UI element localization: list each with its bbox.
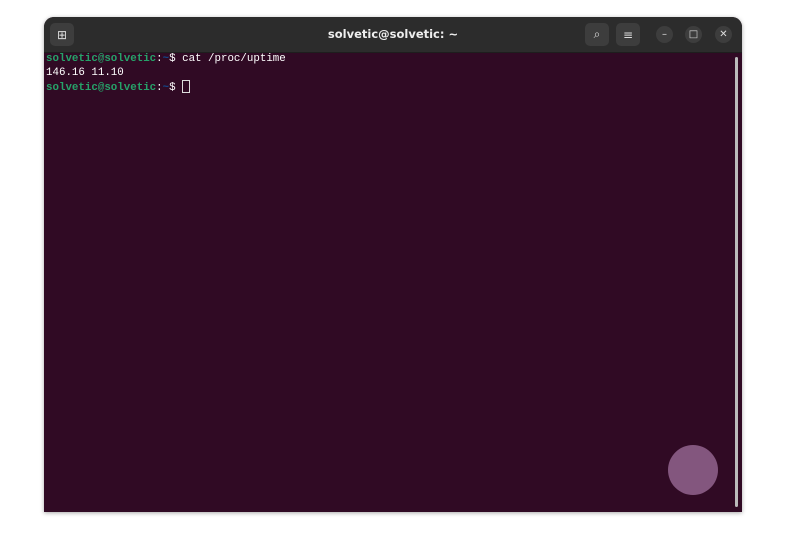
prompt-symbol: $ — [169, 82, 183, 94]
minimize-button[interactable]: – — [656, 26, 673, 43]
current-prompt-line: solvetic@solvetic:~$ — [46, 80, 286, 96]
maximize-icon: □ — [688, 29, 699, 40]
output-line: 146.16 11.10 — [46, 66, 124, 79]
scrollbar[interactable] — [735, 57, 738, 507]
menu-button[interactable]: ≡ — [616, 23, 640, 46]
command-text: cat /proc/uptime — [182, 53, 286, 65]
search-icon: ⌕ — [593, 27, 601, 41]
title-bar: ⊞ solvetic@solvetic: ~ ⌕ ≡ – □ ✕ — [44, 17, 742, 53]
close-icon: ✕ — [719, 29, 728, 40]
prompt-symbol: $ — [169, 53, 183, 65]
watermark-logo — [668, 445, 718, 495]
prompt-user: solvetic@solvetic — [46, 53, 157, 65]
maximize-button[interactable]: □ — [685, 26, 702, 43]
close-button[interactable]: ✕ — [715, 26, 732, 43]
hamburger-icon: ≡ — [622, 27, 634, 42]
command-line: solvetic@solvetic:~$ cat /proc/uptime — [46, 53, 286, 67]
prompt-user: solvetic@solvetic — [46, 82, 157, 94]
terminal-output[interactable]: solvetic@solvetic:~$ cat /proc/uptime 146… — [46, 53, 286, 96]
cursor — [182, 80, 191, 93]
minimize-icon: – — [662, 29, 667, 40]
search-button[interactable]: ⌕ — [585, 23, 609, 46]
terminal-window: ⊞ solvetic@solvetic: ~ ⌕ ≡ – □ ✕ solveti… — [44, 17, 742, 512]
